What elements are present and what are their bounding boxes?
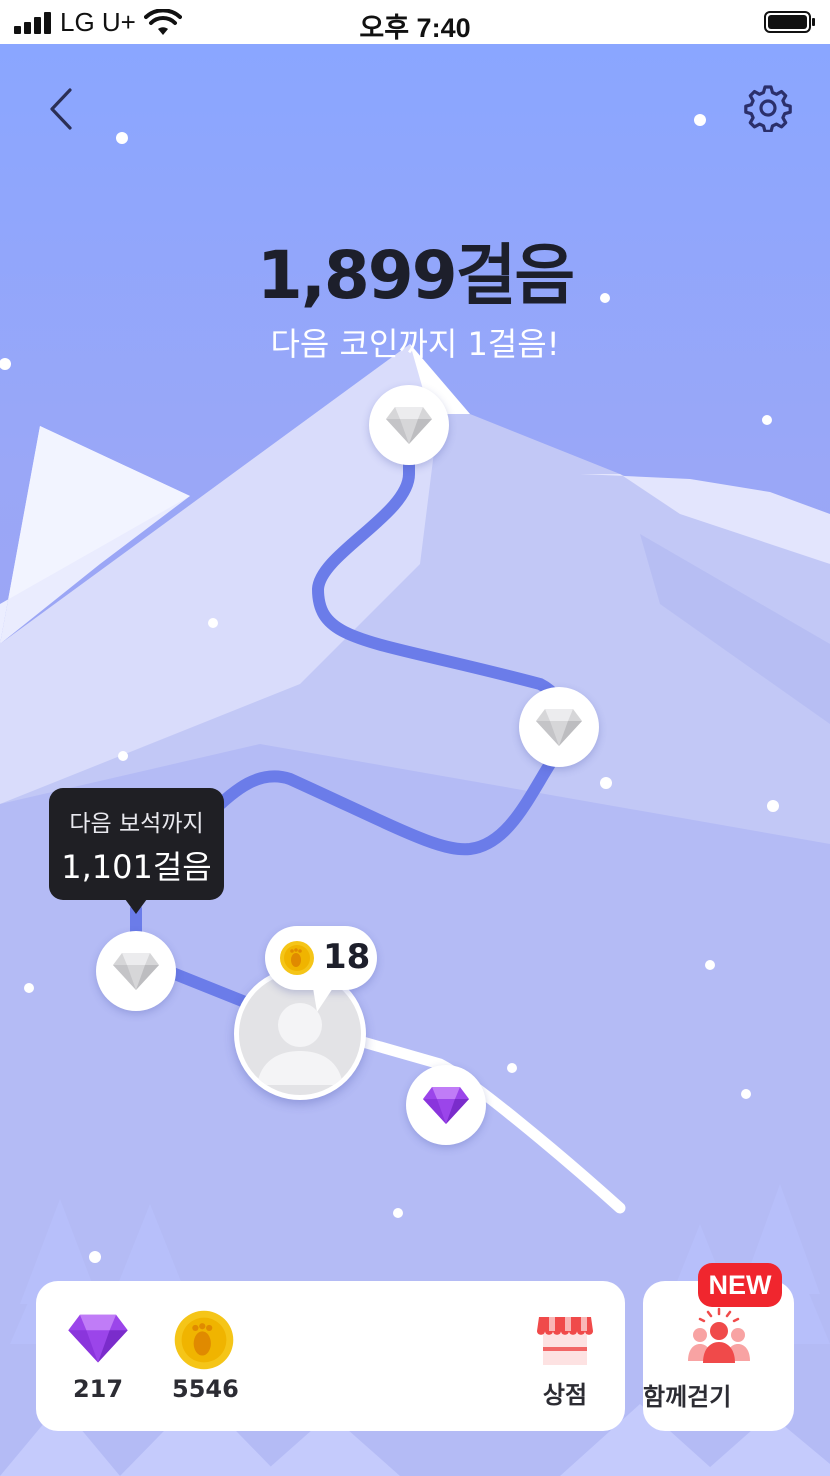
battery-icon — [764, 11, 815, 33]
wallet-panel: 217 5546 상점 — [36, 1281, 625, 1431]
diamond-icon — [423, 1087, 469, 1124]
diamond-icon — [113, 953, 159, 990]
back-icon[interactable] — [40, 86, 86, 132]
group-icon — [688, 1307, 750, 1363]
tooltip-steps: 1,101걸음 — [61, 848, 212, 886]
coin-icon — [174, 1310, 234, 1370]
new-badge: NEW — [698, 1263, 782, 1307]
walking-map: 1,899걸음 다음 코인까지 1걸음! 다음 보석까지 1,101걸음 18 … — [0, 44, 830, 1476]
gem-count: 217 — [72, 1375, 124, 1403]
walk-together-label: 함께걷기 — [643, 1383, 732, 1411]
tooltip-title: 다음 보석까지 — [69, 811, 204, 837]
shop-label: 상점 — [542, 1381, 588, 1409]
gem-node-next[interactable] — [96, 931, 176, 1011]
diamond-icon — [386, 407, 432, 444]
coin-balance[interactable]: 5546 — [172, 1309, 239, 1411]
gem-balance[interactable]: 217 — [66, 1311, 130, 1411]
diamond-icon — [68, 1314, 128, 1363]
status-bar: LG U+ 오후 7:40 — [0, 0, 830, 44]
shop-button[interactable]: 상점 — [530, 1311, 600, 1411]
gem-node-middle[interactable] — [519, 687, 599, 767]
coin-bubble-count: 18 — [323, 937, 371, 977]
diamond-icon — [536, 709, 582, 746]
person-icon — [257, 1003, 343, 1085]
next-gem-tooltip: 다음 보석까지 1,101걸음 — [49, 788, 224, 914]
shop-icon — [537, 1317, 593, 1365]
coin-icon — [280, 941, 314, 975]
next-coin-message: 다음 코인까지 1걸음! — [270, 325, 560, 363]
step-count: 1,899걸음 — [256, 237, 575, 314]
app-screen: LG U+ 오후 7:40 1,899걸음 다음 코인까지 1걸음! 다음 보석… — [0, 0, 830, 1476]
coin-bubble[interactable]: 18 — [265, 926, 377, 1012]
gem-node-collected[interactable] — [406, 1065, 486, 1145]
clock: 오후 7:40 — [359, 13, 471, 43]
gem-node-summit[interactable] — [369, 385, 449, 465]
gear-icon[interactable] — [744, 84, 792, 132]
coin-count: 5546 — [172, 1375, 239, 1403]
